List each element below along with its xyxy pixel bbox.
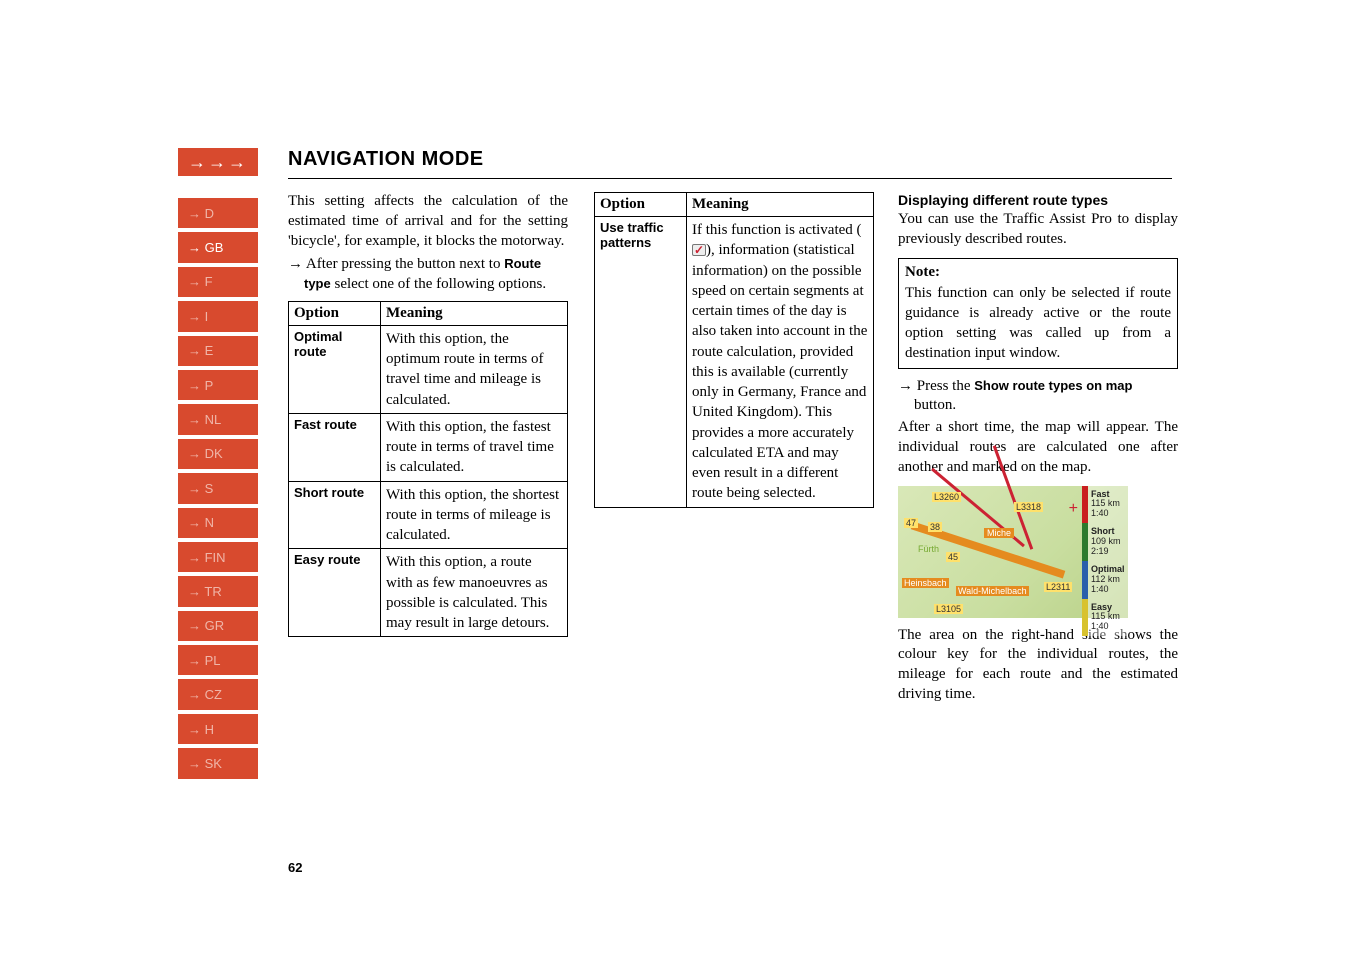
header-arrows-badge: →→→ [178, 148, 258, 176]
sidebar-item-d: → D [178, 198, 258, 228]
opt-cell: Short route [289, 481, 381, 549]
instr-post: button. [914, 397, 956, 413]
sidebar-item-tr: → TR [178, 576, 258, 606]
sidebar-item-pl: → PL [178, 645, 258, 675]
meaning-cell: With this option, the fastest route in t… [381, 413, 568, 481]
sidebar-item-fin: → FIN [178, 542, 258, 572]
opt-cell: Easy route [289, 549, 381, 637]
col2-options-table: OptionMeaning Use traffic patterns If th… [594, 192, 874, 508]
show-route-types-label: Show route types on map [974, 378, 1132, 393]
sidebar-item-dk: → DK [178, 439, 258, 469]
th-meaning: Meaning [381, 301, 568, 325]
sidebar-item-nl: → NL [178, 404, 258, 434]
map-legend: Fast115 km1:40Short109 km2:19Optimal112 … [1082, 486, 1128, 618]
meaning-cell: With this option, the optimum route in t… [381, 325, 568, 413]
note-body: This function can only be selected if ro… [905, 285, 1171, 360]
page-title: NAVIGATION MODE [288, 148, 484, 171]
col3-para3: The area on the right-hand side shows th… [898, 626, 1178, 705]
note-box: Note: This function can only be selected… [898, 258, 1178, 369]
map-label-l3260: L3260 [932, 492, 961, 502]
opt-cell: Optimal route [289, 325, 381, 413]
map-label-heinsbach: Heinsbach [902, 578, 949, 588]
map-label-l3105: L3105 [934, 604, 963, 614]
col3-instruction: → Press the Show route types on map butt… [898, 377, 1178, 417]
instr-pre: → After pressing the button next to [288, 256, 504, 272]
col1-instruction: → After pressing the button next to Rout… [288, 255, 568, 295]
section-heading-route-types: Displaying different route types [898, 192, 1178, 208]
sidebar-item-gr: → GR [178, 611, 258, 641]
legend-easy: Easy115 km1:40 [1082, 599, 1128, 637]
checkbox-icon [692, 244, 706, 256]
page-number: 62 [288, 860, 302, 875]
meaning-pre: If this function is activated ( [692, 222, 862, 238]
legend-fast: Fast115 km1:40 [1082, 486, 1128, 524]
sidebar-item-gb: → GB [178, 232, 258, 262]
sidebar-item-h: → H [178, 714, 258, 744]
th-meaning: Meaning [687, 193, 874, 217]
instr-pre: → Press the [898, 378, 974, 394]
opt-cell: Fast route [289, 413, 381, 481]
column-3: Displaying different route types You can… [898, 192, 1178, 705]
note-title: Note: [905, 263, 1171, 283]
meaning-cell: With this option, a route with as few ma… [381, 549, 568, 637]
map-label-l3318: L3318 [1014, 502, 1043, 512]
sidebar-item-i: → I [178, 301, 258, 331]
legend-optimal: Optimal112 km1:40 [1082, 561, 1128, 599]
map-label-miche: Miche [984, 528, 1014, 538]
language-sidebar: → D → GB → F → I → E → P → NL → DK → S → N → FIN → … [178, 198, 258, 783]
col3-para2: After a short time, the map will appear.… [898, 418, 1178, 477]
column-1: This setting affects the calculation of … [288, 192, 568, 637]
col3-para1: You can use the Traffic Assist Pro to di… [898, 210, 1178, 250]
column-2: OptionMeaning Use traffic patterns If th… [594, 192, 874, 508]
instr-post: select one of the following options. [331, 276, 546, 292]
col1-options-table: OptionMeaning Optimal routeWith this opt… [288, 301, 568, 638]
sidebar-item-s: → S [178, 473, 258, 503]
map-label-47: 47 [904, 518, 918, 528]
meaning-traffic-patterns: If this function is activated ( ), inform… [687, 217, 874, 508]
th-option: Option [289, 301, 381, 325]
map-label-furth: Fürth [918, 544, 939, 554]
sidebar-item-cz: → CZ [178, 679, 258, 709]
sidebar-item-f: → F [178, 267, 258, 297]
map-label-waldmichelbach: Wald-Michelbach [956, 586, 1029, 596]
map-zoom-plus: + [1069, 500, 1078, 518]
map-preview: L3260 L3318 + 47 38 Miche Fürth 45 Heins… [898, 486, 1128, 618]
sidebar-item-e: → E [178, 336, 258, 366]
sidebar-item-sk: → SK [178, 748, 258, 778]
heading-underline [288, 178, 1172, 179]
map-label-45: 45 [946, 552, 960, 562]
col1-para: This setting affects the calculation of … [288, 192, 568, 251]
map-label-38: 38 [928, 522, 942, 532]
th-option: Option [595, 193, 687, 217]
meaning-post: ), information (statistical information)… [692, 242, 867, 501]
meaning-cell: With this option, the shortest route in … [381, 481, 568, 549]
sidebar-item-n: → N [178, 508, 258, 538]
sidebar-item-p: → P [178, 370, 258, 400]
opt-traffic-patterns: Use traffic patterns [595, 217, 687, 508]
map-label-l2311: L2311 [1044, 582, 1072, 592]
legend-short: Short109 km2:19 [1082, 523, 1128, 561]
